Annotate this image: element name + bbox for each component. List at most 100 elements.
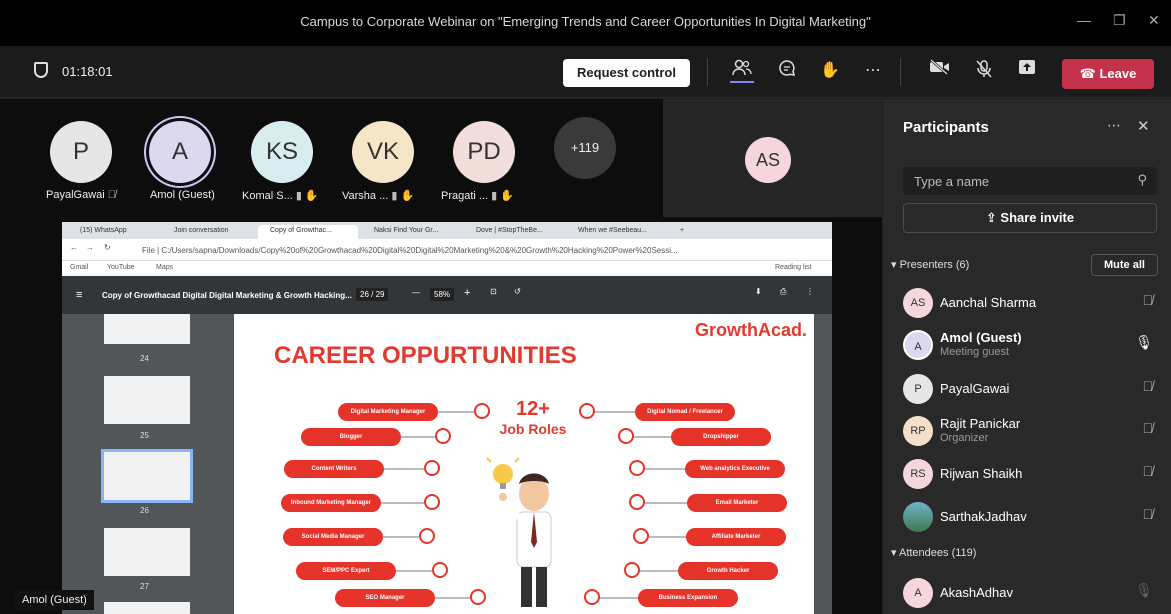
title-bar: Campus to Corporate Webinar on "Emerging… xyxy=(0,0,1171,46)
participant-avatar[interactable]: PD xyxy=(453,121,515,183)
chat-icon[interactable] xyxy=(775,59,799,83)
url-field[interactable]: File | C:/Users/sapna/Downloads/Copy%20o… xyxy=(142,244,732,258)
participant-row[interactable]: RS Rijwan Shaikh 🎙̸ xyxy=(903,455,1159,493)
connector xyxy=(645,468,685,470)
participant-row[interactable]: P PayalGawai 🎙̸ xyxy=(903,370,1159,408)
participant-row[interactable]: SarthakJadhav 🎙̸ xyxy=(903,498,1159,536)
browser-tab[interactable]: When we #Seebeau... xyxy=(566,225,662,239)
role-pill: Email Marketer xyxy=(687,494,787,512)
search-icon[interactable]: ⚲ xyxy=(1137,172,1147,188)
meeting-toolbar: 01:18:01 Request control ✋ ⋯ ☎ Leave xyxy=(0,46,1171,98)
reading-list[interactable]: Reading list xyxy=(775,264,812,271)
minimize-icon[interactable]: — xyxy=(1077,12,1091,28)
browser-tab[interactable]: Join conversation xyxy=(162,225,252,239)
camera-off-icon[interactable] xyxy=(928,59,952,83)
presenters-section-header[interactable]: ▾ Presenters (6) xyxy=(891,258,969,271)
fit-page-icon[interactable]: ⊡ xyxy=(490,287,497,296)
connector-circle xyxy=(629,494,645,510)
role-pill: Inbound Marketing Manager xyxy=(281,494,381,512)
bookmark-item[interactable]: Gmail xyxy=(70,264,88,271)
pdf-scrollbar[interactable] xyxy=(814,314,832,614)
share-invite-button[interactable]: ⇪ Share invite xyxy=(903,203,1157,233)
connector-circle xyxy=(584,589,600,605)
connector-circle xyxy=(618,428,634,444)
participant-row[interactable]: AS Aanchal Sharma 🎙̸ xyxy=(903,284,1159,322)
toolbar-divider xyxy=(707,58,708,86)
rotate-icon[interactable]: ↺ xyxy=(514,287,521,296)
download-icon[interactable]: ⬇ xyxy=(755,287,762,296)
raise-hand-icon[interactable]: ✋ xyxy=(818,59,842,83)
zoom-in-icon[interactable]: + xyxy=(464,287,470,299)
mute-all-button[interactable]: Mute all xyxy=(1091,254,1158,276)
people-icon[interactable] xyxy=(730,59,754,83)
more-options-icon[interactable]: ⋯ xyxy=(861,59,885,83)
page-thumbnail[interactable] xyxy=(104,314,190,344)
thumbnail-number: 27 xyxy=(140,582,149,591)
new-tab-icon[interactable]: + xyxy=(668,225,688,239)
reload-icon[interactable]: ↻ xyxy=(104,243,111,252)
participant-row[interactable]: A Amol (Guest) Meeting guest 🎙 xyxy=(903,326,1159,364)
slide-heading: CAREER OPPURTUNITIES xyxy=(274,342,577,369)
participant-row[interactable]: A AkashAdhav 🎙 xyxy=(903,574,1159,612)
meeting-timer: 01:18:01 xyxy=(62,64,113,79)
print-icon[interactable]: ⎙ xyxy=(780,287,786,297)
participant-avatar: A xyxy=(903,578,933,608)
mic-off-icon: ▮ ✋ xyxy=(491,190,514,202)
zoom-out-icon[interactable]: — xyxy=(412,288,420,297)
more-participants-badge[interactable]: +119 xyxy=(554,117,616,179)
participant-photo-avatar xyxy=(903,502,933,532)
participant-name: AkashAdhav xyxy=(940,585,1013,600)
participant-search-input[interactable]: Type a name ⚲ xyxy=(903,167,1157,195)
big-number: 12+ xyxy=(516,398,550,420)
browser-tab[interactable]: Naksi Find Your Gr... xyxy=(362,225,458,239)
participant-avatar[interactable]: KS xyxy=(251,121,313,183)
role-pill: Digital Nomad / Freelancer xyxy=(635,403,735,421)
participant-avatar[interactable]: P xyxy=(50,121,112,183)
attendees-section-header[interactable]: ▾ Attendees (119) xyxy=(891,546,976,559)
panel-more-icon[interactable]: ⋯ xyxy=(1107,117,1121,134)
zoom-level[interactable]: 58% xyxy=(430,288,455,301)
page-indicator[interactable]: 26 / 29 xyxy=(356,288,389,301)
close-window-icon[interactable]: ✕ xyxy=(1148,12,1160,29)
browser-tab[interactable]: (15) WhatsApp xyxy=(68,225,160,239)
browser-tab[interactable]: Dove | #StopTheBe... xyxy=(464,225,560,239)
participant-avatar[interactable]: A xyxy=(149,121,211,183)
participant-name: Varsha ... ▮ ✋ xyxy=(342,190,415,202)
leave-button[interactable]: ☎ Leave xyxy=(1062,59,1154,89)
more-icon[interactable]: ⋮ xyxy=(806,287,814,296)
forward-icon[interactable]: → xyxy=(86,243,94,252)
page-thumbnail[interactable] xyxy=(104,376,190,424)
job-roles-count: 12+ Job Roles xyxy=(488,398,578,437)
page-thumbnail[interactable] xyxy=(104,528,190,576)
share-screen-icon[interactable] xyxy=(1015,59,1039,83)
participant-name: Amol (Guest) xyxy=(940,330,1022,345)
participant-role: Meeting guest xyxy=(940,346,1010,358)
shared-screen: (15) WhatsApp Join conversation Copy of … xyxy=(62,222,832,614)
back-icon[interactable]: ← xyxy=(70,243,78,252)
bookmark-item[interactable]: Maps xyxy=(156,264,173,271)
browser-tab-active[interactable]: Copy of Growthac... xyxy=(258,225,358,239)
bookmark-item[interactable]: YouTube xyxy=(107,264,135,271)
role-pill: Growth Hacker xyxy=(678,562,778,580)
page-thumbnail[interactable] xyxy=(104,602,190,614)
participant-row[interactable]: RP Rajit Panickar Organizer 🎙̸ xyxy=(903,412,1159,450)
menu-icon[interactable]: ≡ xyxy=(76,289,82,301)
pdf-title: Copy of Growthacad Digital Digital Marke… xyxy=(102,291,352,300)
thumbnail-number: 24 xyxy=(140,354,149,363)
brand-logo: GrowthAcad. xyxy=(694,320,807,340)
participant-avatar: AS xyxy=(903,288,933,318)
connector xyxy=(396,570,432,572)
request-control-button[interactable]: Request control xyxy=(563,59,690,87)
page-thumbnail-current[interactable] xyxy=(101,449,193,503)
participant-role: Organizer xyxy=(940,432,989,444)
connector-circle xyxy=(424,460,440,476)
spotlight-tile[interactable]: AS xyxy=(663,99,882,217)
participants-panel: Participants ⋯ ✕ Type a name ⚲ ⇪ Share i… xyxy=(883,99,1171,614)
close-panel-icon[interactable]: ✕ xyxy=(1137,117,1150,135)
search-placeholder: Type a name xyxy=(914,174,990,189)
presenters-label: Presenters (6) xyxy=(899,259,970,271)
mic-off-icon[interactable] xyxy=(972,59,996,83)
maximize-icon[interactable]: ❐ xyxy=(1113,12,1126,29)
participant-avatar[interactable]: VK xyxy=(352,121,414,183)
shield-icon xyxy=(34,62,48,78)
